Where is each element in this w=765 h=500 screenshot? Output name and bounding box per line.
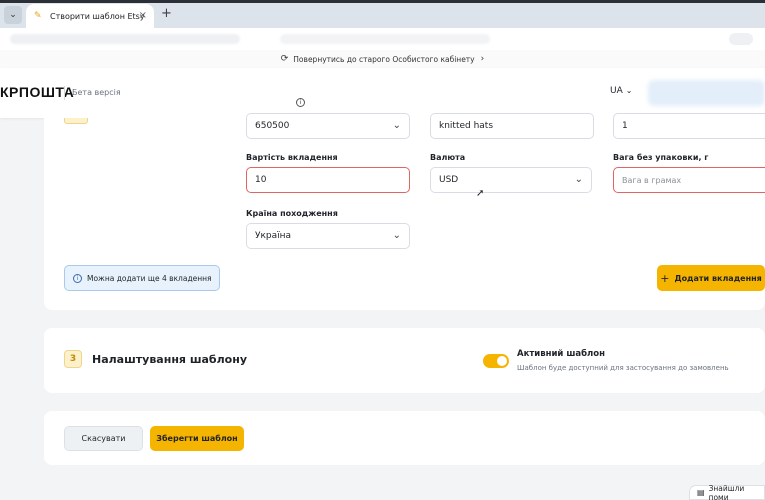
value-field[interactable]: 10: [246, 167, 410, 193]
attachments-hint: i Можна додати ще 4 вкладення: [64, 265, 220, 291]
description-field[interactable]: knitted hats: [430, 113, 594, 139]
save-template-button[interactable]: Зберегти шаблон: [150, 426, 244, 451]
tab-title: Створити шаблон Etsy: [50, 11, 145, 21]
blurred-bookmark: [10, 34, 240, 44]
address-bar[interactable]: [0, 28, 765, 50]
info-icon[interactable]: i: [296, 98, 305, 107]
hs-code-value: 650500: [255, 121, 290, 131]
site-header: КРПОШТА Бета версія i UA ⌄: [0, 68, 765, 118]
origin-country-select[interactable]: Україна ⌄: [246, 223, 410, 249]
currency-select[interactable]: USD ⌄: [430, 167, 592, 193]
old-cabinet-link[interactable]: ⟳ Повернутись до старого Особистого кабі…: [0, 50, 765, 68]
attachments-hint-text: Можна додати ще 4 вкладення: [87, 273, 212, 283]
step-badge: [64, 118, 88, 124]
step-number-badge: 3: [64, 350, 82, 368]
attachments-card: 650500 ⌄ knitted hats 1 Вартість вкладен…: [44, 113, 765, 310]
beta-label: Бета версія: [64, 86, 121, 100]
toggle-knob: [497, 356, 507, 366]
tab-search-button[interactable]: ⌄: [4, 6, 22, 24]
old-cabinet-text: Повернутись до старого Особистого кабіне…: [293, 54, 475, 64]
user-profile-blurred[interactable]: [648, 80, 765, 106]
tab-close-icon[interactable]: ×: [139, 10, 147, 21]
cancel-button[interactable]: Скасувати: [64, 426, 143, 451]
language-code: UA: [610, 86, 623, 96]
origin-label: Країна походження: [246, 209, 338, 218]
chevron-down-icon: ⌄: [392, 230, 401, 241]
blurred-bookmark: [729, 33, 753, 45]
language-selector[interactable]: UA ⌄: [610, 86, 632, 96]
feedback-label: Знайшли поми: [708, 483, 745, 500]
blurred-bookmark: [280, 34, 490, 44]
form-actions-card: Скасувати Зберегти шаблон: [44, 411, 765, 465]
currency-value: USD: [439, 175, 459, 185]
quantity-field[interactable]: 1: [613, 113, 765, 139]
browser-tab-bar: ⌄ ✎ Створити шаблон Etsy × +: [0, 0, 765, 28]
active-template-toggle[interactable]: [483, 354, 509, 368]
weight-label: Вага без упаковки, г: [613, 153, 709, 162]
weight-field[interactable]: Вага в грамах: [613, 167, 765, 193]
origin-value: Україна: [255, 231, 292, 241]
value-value: 10: [255, 175, 267, 185]
chevron-down-icon: ⌄: [574, 174, 583, 185]
chevron-down-icon: ⌄: [625, 86, 633, 95]
template-settings-card: 3 Налаштування шаблону Активний шаблон Ш…: [44, 328, 765, 393]
add-attachment-button[interactable]: + Додати вкладення: [657, 265, 765, 291]
plus-icon: +: [660, 271, 670, 285]
add-attachment-label: Додати вкладення: [674, 273, 762, 283]
settings-title: Налаштування шаблону: [92, 353, 247, 366]
feedback-widget[interactable]: ▤ Знайшли поми: [689, 483, 765, 500]
refresh-icon: ⟳: [280, 54, 289, 64]
value-label: Вартість вкладення: [246, 153, 338, 162]
favicon-icon: ✎: [34, 11, 42, 21]
system-top-strip: [0, 0, 765, 3]
new-tab-button[interactable]: +: [161, 6, 172, 21]
currency-label: Валюта: [430, 153, 466, 162]
mouse-cursor-icon: ➚: [476, 188, 485, 199]
description-value: knitted hats: [439, 121, 494, 131]
browser-tab[interactable]: ✎ Створити шаблон Etsy ×: [26, 4, 154, 28]
hs-code-select[interactable]: 650500 ⌄: [246, 113, 410, 139]
quantity-value: 1: [622, 121, 628, 131]
active-template-description: Шаблон буде доступний для застосування д…: [517, 364, 729, 372]
chat-icon: ▤: [697, 488, 705, 497]
chevron-right-icon: ›: [480, 54, 485, 64]
active-template-title: Активний шаблон: [517, 349, 605, 359]
weight-placeholder: Вага в грамах: [622, 175, 682, 185]
info-icon: i: [73, 273, 82, 283]
chevron-down-icon: ⌄: [392, 120, 401, 131]
